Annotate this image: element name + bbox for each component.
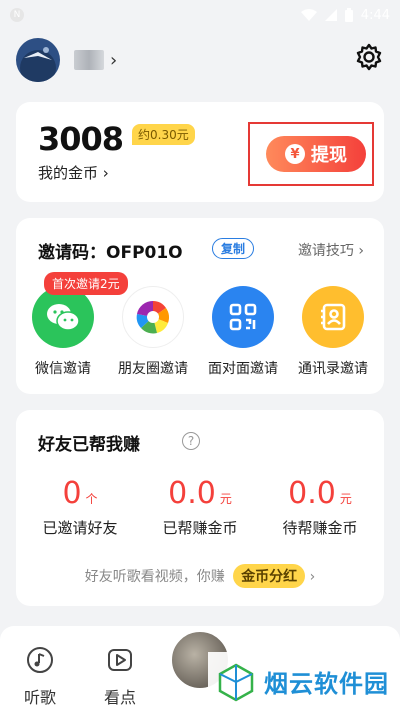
stat-label: 已邀请好友 [42,519,118,537]
status-bar: N 4:44 [0,0,400,30]
watermark-text: 烟云软件园 [264,670,389,698]
share-wechat-label: 微信邀请 [35,361,91,377]
nav-music-label: 听歌 [23,688,56,707]
dividend-chevron-icon: › [309,569,316,585]
stat-invited-friends: 0个 已邀请好友 [20,476,140,538]
stat-value: 0.0 [168,476,216,511]
avatar[interactable] [16,38,60,82]
username-blurred[interactable] [74,50,104,70]
share-face-to-face-label: 面对面邀请 [208,361,278,377]
share-contacts[interactable]: 通讯录邀请 [290,286,376,378]
friends-earnings-title: 好友已帮我赚 [38,435,140,455]
coins-value-badge: 约0.30元 [132,124,195,145]
stat-label: 待帮赚金币 [282,519,358,537]
profile-chevron-icon[interactable]: › [110,50,117,71]
share-moments[interactable]: 朋友圈邀请 [110,286,196,378]
battery-icon [344,8,353,22]
stat-label: 已帮赚金币 [162,519,238,537]
first-invite-badge: 首次邀请2元 [44,272,128,295]
copy-button[interactable]: 复制 [212,238,255,259]
stat-value: 0 [62,476,82,511]
stat-earned-coins: 0.0 元 已帮赚金币 [140,476,260,538]
invite-tips-link[interactable]: 邀请技巧 › [298,240,364,260]
qrcode-icon [212,286,274,348]
invite-card: 邀请码：OFP01O 复制 邀请技巧 › 首次邀请2元 微信邀请 朋友圈邀请 面… [16,218,384,394]
nav-music[interactable]: 听歌 [10,646,70,708]
friends-earnings-card: 好友已帮我赚 ? 0个 已邀请好友 0.0 元 已帮赚金币 0.0 元 待帮赚金币 … [16,410,384,606]
profile-header: › [0,32,400,88]
stat-pending-coins: 0.0 元 待帮赚金币 [260,476,380,538]
dividend-note[interactable]: 好友听歌看视频，你赚 金币分红 › [16,564,384,588]
stat-unit: 元 [339,492,352,506]
status-right: 4:44 [300,7,390,23]
stat-value: 0.0 [288,476,336,511]
share-face-to-face[interactable]: 面对面邀请 [200,286,286,378]
stat-unit: 个 [85,492,98,506]
status-time: 4:44 [360,7,390,23]
watermark: 烟云软件园 [208,652,400,711]
share-contacts-label: 通讯录邀请 [298,361,368,377]
signal-icon [324,9,337,21]
status-left: N [10,8,24,22]
withdraw-button[interactable]: ¥ 提现 [266,136,366,172]
contacts-icon [302,286,364,348]
share-moments-label: 朋友圈邀请 [118,361,188,377]
share-wechat[interactable]: 微信邀请 [20,286,106,378]
music-note-icon [27,647,53,673]
coins-card: 3008 约0.30元 我的金币 › ¥ 提现 [16,102,384,202]
withdraw-label: 提现 [311,145,347,166]
play-icon [108,649,132,671]
coins-amount: 3008 [38,120,124,158]
dividend-note-text: 好友听歌看视频，你赚 [84,569,225,585]
dividend-pill: 金币分红 [233,564,306,588]
notification-icon: N [10,8,24,22]
yen-icon: ¥ [285,144,305,164]
settings-gear-icon[interactable] [354,42,384,72]
nav-watch-label: 看点 [103,688,136,707]
nav-watch[interactable]: 看点 [90,646,150,708]
invite-code: 邀请码：OFP01O [38,243,183,263]
wifi-icon [300,9,317,21]
help-icon[interactable]: ? [182,432,200,450]
wechat-icon [32,286,94,348]
my-coins-link[interactable]: 我的金币 › [38,162,109,183]
moments-icon [122,286,184,348]
watermark-cube-icon [218,663,254,701]
stat-unit: 元 [219,492,232,506]
